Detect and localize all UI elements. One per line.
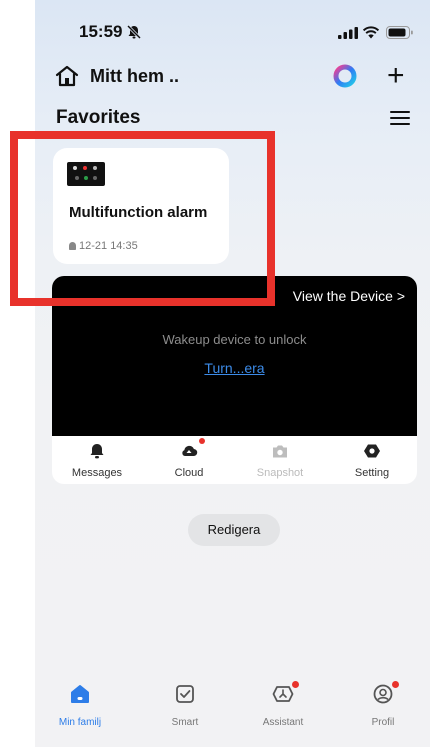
camera-icon — [273, 445, 287, 458]
smart-check-icon — [176, 685, 194, 703]
bell-icon — [90, 444, 104, 459]
camera-panel: View the Device > Wakeup device to unloc… — [52, 276, 417, 484]
tab-label: Profil — [371, 717, 395, 728]
bell-icon — [69, 242, 76, 250]
cloud-button[interactable]: Cloud — [144, 438, 234, 481]
menu-icon[interactable] — [390, 110, 410, 126]
device-thumbnail — [67, 162, 105, 186]
status-time: 15:59 — [79, 22, 123, 41]
view-device-link[interactable]: View the Device > — [293, 288, 405, 304]
tab-assistant[interactable]: Assistant — [238, 681, 328, 730]
edit-button[interactable]: Redigera — [188, 514, 280, 546]
profile-badge — [392, 681, 399, 688]
add-button[interactable]: + — [387, 61, 405, 91]
setting-button[interactable]: Setting — [327, 438, 417, 481]
turn-on-camera-link[interactable]: Turn...era — [52, 360, 417, 376]
camera-actions: Messages Cloud Snapshot Setting — [52, 438, 417, 484]
tab-smart[interactable]: Smart — [140, 683, 230, 730]
home-outline-icon[interactable] — [55, 65, 79, 87]
assistant-icon — [272, 686, 294, 702]
action-label: Messages — [71, 467, 123, 479]
home-name[interactable]: Mitt hem .. — [90, 66, 179, 87]
device-card[interactable]: Multifunction alarm 12-21 14:35 — [53, 148, 229, 264]
app-screen: 15:59 Mitt hem .. + Favorites Multifunct… — [35, 0, 430, 747]
cloud-icon — [182, 445, 198, 457]
cloud-badge — [199, 438, 205, 444]
status-bar: 15:59 — [35, 22, 430, 46]
tab-min-familj[interactable]: Min familj — [35, 683, 125, 730]
home-header: Mitt hem .. + — [35, 61, 430, 92]
tab-label: Assistant — [262, 717, 304, 728]
bell-muted-icon — [126, 24, 142, 40]
tab-label: Min familj — [58, 717, 102, 728]
battery-icon — [386, 26, 413, 39]
action-label: Snapshot — [256, 467, 304, 479]
profile-icon — [373, 684, 393, 704]
device-time: 12-21 14:35 — [79, 240, 138, 252]
favorites-title: Favorites — [56, 107, 141, 128]
messages-button[interactable]: Messages — [52, 438, 142, 481]
action-label: Cloud — [174, 467, 204, 479]
device-last-event: 12-21 14:35 — [69, 240, 138, 252]
tab-label: Smart — [171, 717, 199, 728]
snapshot-button[interactable]: Snapshot — [235, 438, 325, 481]
home-icon — [71, 685, 89, 703]
wifi-icon — [362, 26, 380, 39]
device-name: Multifunction alarm — [69, 204, 208, 221]
tab-profil[interactable]: Profil — [338, 681, 428, 730]
cellular-signal-icon — [338, 27, 358, 39]
camera-preview[interactable]: View the Device > Wakeup device to unloc… — [52, 276, 417, 436]
settings-icon — [364, 444, 380, 458]
assistant-logo-icon[interactable] — [333, 64, 357, 88]
wakeup-message: Wakeup device to unlock — [162, 332, 307, 347]
assistant-badge — [292, 681, 299, 688]
tab-bar: Min familj Smart Assistant Profil — [35, 680, 430, 747]
action-label: Setting — [354, 467, 390, 479]
